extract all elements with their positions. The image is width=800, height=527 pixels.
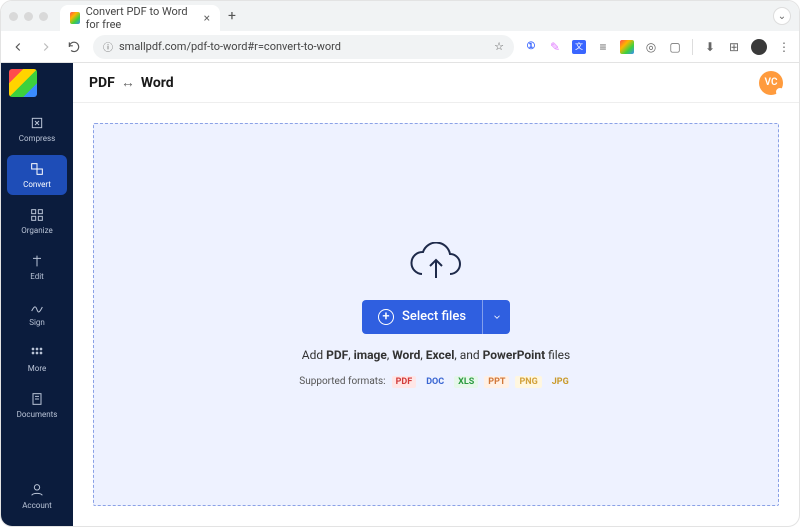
sidebar-label: Sign [29, 318, 45, 327]
url-text: smallpdf.com/pdf-to-word#r=convert-to-wo… [119, 40, 341, 53]
extension-1password-icon[interactable]: ① [524, 40, 538, 54]
convert-icon [29, 161, 45, 177]
app-header: PDF ↔ Word VC [73, 63, 799, 103]
app-logo-icon[interactable] [9, 69, 37, 97]
sidebar-item-documents[interactable]: Documents [7, 385, 67, 425]
more-icon [29, 345, 45, 361]
page-title-left: PDF [89, 75, 115, 91]
bidirectional-arrow-icon: ↔ [121, 74, 135, 91]
back-button[interactable] [9, 38, 27, 56]
supported-formats-row: Supported formats: PDF DOC XLS PPT PNG J… [299, 376, 572, 388]
window-minimize-icon[interactable] [24, 12, 33, 21]
select-files-button-group: + Select files [362, 300, 510, 334]
forward-button[interactable] [37, 38, 55, 56]
page-title-right: Word [141, 75, 174, 91]
browser-menu-icon[interactable]: ⋮ [777, 40, 791, 54]
extension-icons: ① ✎ 文 ≡ ◎ ▢ ⬇ ⊞ ⋮ [524, 39, 791, 55]
tab-close-icon[interactable]: × [204, 11, 210, 25]
select-files-button[interactable]: + Select files [362, 300, 482, 334]
app-sidebar: Compress Convert Organize Edit Sign [1, 63, 73, 526]
extension-translate-icon[interactable]: 文 [572, 40, 586, 54]
account-icon [29, 482, 45, 498]
window-traffic-lights [9, 12, 48, 21]
sidebar-item-account[interactable]: Account [7, 476, 67, 516]
sidebar-item-sign[interactable]: Sign [7, 293, 67, 333]
sidebar-label: Account [22, 501, 52, 510]
file-dropzone[interactable]: + Select files Add PDF, image, Word, Exc… [93, 123, 779, 506]
edit-icon [29, 253, 45, 269]
extension-list-icon[interactable]: ≡ [596, 40, 610, 54]
tab-overflow-icon[interactable]: ⌄ [773, 7, 791, 25]
format-badge-png: PNG [515, 376, 541, 388]
compress-icon [29, 115, 45, 131]
sign-icon [29, 299, 45, 315]
browser-toolbar: ⓘ smallpdf.com/pdf-to-word#r=convert-to-… [1, 31, 799, 63]
format-badge-jpg: JPG [548, 376, 573, 388]
documents-icon [29, 391, 45, 407]
upload-cloud-icon [408, 242, 464, 286]
favicon-icon [70, 12, 80, 24]
extension-pen-icon[interactable]: ✎ [548, 40, 562, 54]
sidebar-label: More [28, 364, 46, 373]
reload-button[interactable] [65, 38, 83, 56]
window-close-icon[interactable] [9, 12, 18, 21]
sidebar-item-more[interactable]: More [7, 339, 67, 379]
sidebar-label: Documents [17, 410, 58, 419]
extension-smallpdf-icon[interactable] [620, 40, 634, 54]
browser-tab[interactable]: Convert PDF to Word for free × [60, 5, 220, 31]
sidebar-label: Convert [23, 180, 51, 189]
profile-avatar-icon[interactable] [751, 39, 767, 55]
tab-title: Convert PDF to Word for free [86, 5, 198, 31]
address-bar[interactable]: ⓘ smallpdf.com/pdf-to-word#r=convert-to-… [93, 35, 514, 59]
new-tab-button[interactable]: + [228, 8, 236, 24]
accepted-types-hint: Add PDF, image, Word, Excel, and PowerPo… [302, 348, 571, 362]
workspace: + Select files Add PDF, image, Word, Exc… [73, 103, 799, 526]
organize-icon [29, 207, 45, 223]
format-badge-pdf: PDF [392, 376, 417, 388]
bookmark-star-icon[interactable]: ☆ [494, 40, 504, 53]
user-avatar[interactable]: VC [759, 71, 783, 95]
select-files-label: Select files [402, 309, 466, 324]
extensions-puzzle-icon[interactable]: ⊞ [727, 40, 741, 54]
sidebar-item-edit[interactable]: Edit [7, 247, 67, 287]
format-badge-ppt: PPT [484, 376, 509, 388]
sidebar-label: Edit [30, 272, 44, 281]
format-badge-xls: XLS [454, 376, 478, 388]
window-zoom-icon[interactable] [39, 12, 48, 21]
supported-formats-label: Supported formats: [299, 376, 385, 387]
extension-camera-icon[interactable]: ◎ [644, 40, 658, 54]
sidebar-label: Compress [19, 134, 55, 143]
sidebar-item-compress[interactable]: Compress [7, 109, 67, 149]
select-files-dropdown-button[interactable] [482, 300, 510, 334]
download-icon[interactable]: ⬇ [703, 40, 717, 54]
browser-tabbar: Convert PDF to Word for free × + ⌄ [1, 1, 799, 31]
site-info-icon[interactable]: ⓘ [103, 39, 113, 54]
sidebar-item-organize[interactable]: Organize [7, 201, 67, 241]
plus-circle-icon: + [378, 309, 394, 325]
format-badge-doc: DOC [422, 376, 448, 388]
chevron-down-icon [492, 312, 502, 322]
sidebar-item-convert[interactable]: Convert [7, 155, 67, 195]
separator [692, 39, 693, 55]
sidebar-label: Organize [21, 226, 53, 235]
extension-doc-icon[interactable]: ▢ [668, 40, 682, 54]
